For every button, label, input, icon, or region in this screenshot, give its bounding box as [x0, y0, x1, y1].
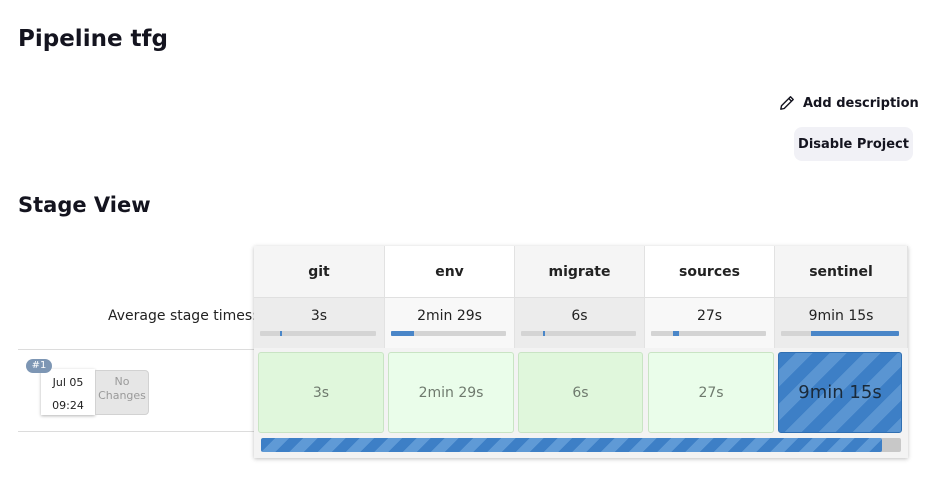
avg-time: 3s	[310, 308, 328, 324]
stage-view-title: Stage View	[18, 193, 151, 217]
avg-bar	[651, 331, 766, 336]
build-number-badge[interactable]: #1	[26, 359, 52, 373]
avg-cell-sentinel: 9min 15s	[775, 297, 908, 348]
stage-cell-sources[interactable]: 27s	[648, 352, 774, 433]
avg-cell-git: 3s	[254, 297, 385, 348]
stage-cell-migrate[interactable]: 6s	[518, 352, 643, 433]
build-date-card[interactable]: Jul 05 09:24	[41, 369, 95, 415]
avg-bar	[260, 331, 376, 336]
avg-bar	[521, 331, 636, 336]
page-title: Pipeline tfg	[18, 26, 169, 52]
stage-header-git: git	[254, 246, 385, 297]
add-description-link[interactable]: Add description	[779, 92, 919, 114]
build-progress-fill	[261, 438, 882, 452]
avg-time: 9min 15s	[808, 308, 874, 324]
disable-project-button[interactable]: Disable Project	[794, 127, 913, 161]
stage-header-sentinel: sentinel	[775, 246, 908, 297]
avg-cell-migrate: 6s	[515, 297, 645, 348]
avg-time: 27s	[696, 308, 723, 324]
stage-cell-env[interactable]: 2min 29s	[388, 352, 514, 433]
stage-header-migrate: migrate	[515, 246, 645, 297]
average-stage-times-label: Average stage times:	[108, 308, 257, 324]
stage-header-sources: sources	[645, 246, 775, 297]
avg-cell-sources: 27s	[645, 297, 775, 348]
build-date: Jul 05	[52, 376, 84, 389]
avg-bar	[781, 331, 899, 336]
avg-cell-env: 2min 29s	[385, 297, 515, 348]
stage-cell-sentinel[interactable]: 9min 15s	[778, 352, 902, 433]
build-time: 09:24	[52, 399, 84, 412]
no-changes-box: No Changes	[95, 370, 149, 415]
stage-cell-git[interactable]: 3s	[258, 352, 384, 433]
stage-header-env: env	[385, 246, 515, 297]
stage-view-table: git env migrate sources sentinel 3s 2min…	[254, 246, 908, 458]
avg-time: 6s	[571, 308, 588, 324]
pencil-icon	[779, 95, 795, 111]
avg-time: 2min 29s	[417, 308, 482, 324]
add-description-label: Add description	[803, 95, 919, 111]
build-progress-bar	[261, 438, 901, 452]
avg-bar	[391, 331, 506, 336]
